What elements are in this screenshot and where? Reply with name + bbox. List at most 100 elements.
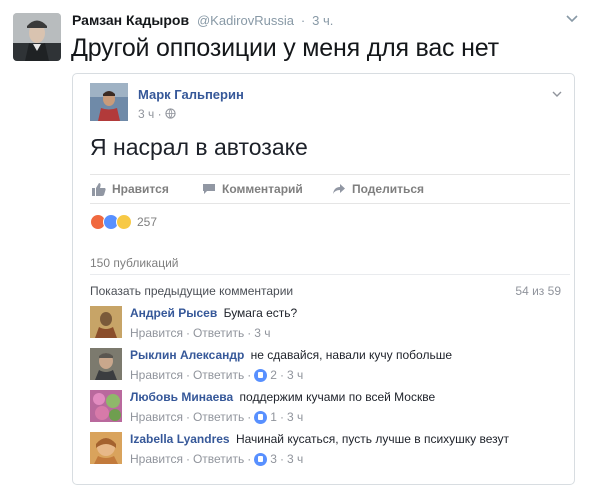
user-avatar-photo-icon	[90, 306, 122, 338]
comment-author-avatar[interactable]	[90, 348, 122, 380]
comment-author-avatar[interactable]	[90, 306, 122, 338]
like-icon	[254, 452, 268, 466]
comment-separator: ·	[247, 452, 252, 466]
comment-text: Начинай кусаться, пусть лучше в психушку…	[235, 432, 509, 446]
comment-author[interactable]: Андрей Рысев	[130, 306, 217, 320]
comment-body: Рыклин Александр не сдавайся, навали куч…	[130, 348, 570, 382]
tweet-meta-separator: ·	[300, 13, 306, 28]
comment-text: Бумага есть?	[223, 306, 298, 320]
fb-action-bar: Нравится Комментарий Поделиться	[90, 174, 570, 204]
fb-post-meta: 3 ч ·	[138, 107, 176, 121]
fb-comment-label: Комментарий	[222, 182, 303, 196]
fb-comment-button[interactable]: Комментарий	[202, 182, 303, 196]
comment-reply-link[interactable]: Ответить	[193, 368, 244, 382]
comment-footer: Нравится · Ответить · 3 ч	[130, 326, 570, 340]
comment-author-avatar[interactable]	[90, 390, 122, 422]
comment-separator: ·	[185, 368, 190, 382]
fb-reaction-count: 257	[137, 215, 158, 229]
fb-post-time[interactable]: 3 ч	[138, 107, 154, 121]
comment-like-count[interactable]: 2	[254, 368, 277, 382]
tweet-author-avatar[interactable]	[13, 13, 61, 61]
comment-text: поддержим кучами по всей Москве	[239, 390, 436, 404]
comment-like-link[interactable]: Нравится	[130, 410, 183, 424]
comment-like-count[interactable]: 3	[254, 452, 277, 466]
comment-author[interactable]: Izabella Lyandres	[130, 432, 230, 446]
fb-share-button[interactable]: Поделиться	[332, 182, 424, 196]
thumbs-up-icon	[92, 182, 106, 196]
comment-line: Любовь Минаева поддержим кучами по всей …	[130, 390, 570, 404]
fb-comments-counter: 54 из 59	[515, 284, 561, 298]
comment-separator: ·	[185, 410, 190, 424]
comment-body: Любовь Минаева поддержим кучами по всей …	[130, 390, 570, 424]
comment-item: Izabella Lyandres Начинай кусаться, пуст…	[90, 432, 570, 470]
user-avatar-photo-icon	[90, 348, 122, 380]
comment-author[interactable]: Любовь Минаева	[130, 390, 233, 404]
tweet-header: Рамзан Кадыров @KadirovRussia · 3 ч.	[72, 12, 333, 28]
comment-time[interactable]: 3 ч	[254, 326, 270, 340]
like-icon	[254, 410, 268, 424]
comment-item: Рыклин Александр не сдавайся, навали куч…	[90, 348, 570, 386]
tweet-text: Другой оппозиции у меня для вас нет	[71, 34, 499, 62]
fb-like-label: Нравится	[112, 182, 169, 196]
fb-author-name[interactable]: Марк Гальперин	[138, 87, 244, 102]
fb-meta-separator: ·	[157, 107, 165, 121]
comment-like-number: 2	[270, 368, 277, 382]
user-avatar-photo-icon	[90, 432, 122, 464]
tweet-author-name[interactable]: Рамзан Кадыров	[72, 12, 189, 28]
fb-post-inner: Марк Гальперин 3 ч · Я насрал в автозаке	[81, 74, 570, 484]
divider	[90, 274, 570, 275]
comment-separator: ·	[185, 452, 190, 466]
chevron-down-icon	[552, 91, 562, 97]
comment-separator: ·	[247, 368, 252, 382]
fb-like-button[interactable]: Нравится	[92, 182, 169, 196]
comment-item: Любовь Минаева поддержим кучами по всей …	[90, 390, 570, 428]
comment-line: Рыклин Александр не сдавайся, навали куч…	[130, 348, 570, 362]
share-arrow-icon	[333, 184, 345, 194]
comment-time[interactable]: 3 ч	[287, 410, 303, 424]
comment-author-avatar[interactable]	[90, 432, 122, 464]
like-icon	[254, 368, 268, 382]
comment-reply-link[interactable]: Ответить	[193, 410, 244, 424]
sad-icon	[116, 214, 132, 230]
globe-icon	[165, 108, 176, 119]
comment-line: Андрей Рысев Бумага есть?	[130, 306, 570, 320]
comment-time[interactable]: 3 ч	[287, 452, 303, 466]
fb-shares-count[interactable]: 150 публикаций	[90, 256, 179, 270]
comment-icon	[203, 184, 215, 194]
comment-separator: ·	[185, 326, 190, 340]
comment-text: не сдавайся, навали кучу побольше	[250, 348, 452, 362]
fb-post-menu-button[interactable]	[551, 86, 563, 97]
comment-like-number: 3	[270, 452, 277, 466]
comment-separator: ·	[247, 410, 252, 424]
comment-footer: Нравится · Ответить · 3 · 3 ч	[130, 452, 570, 466]
tweet-menu-button[interactable]	[564, 10, 580, 26]
comment-footer: Нравится · Ответить · 2 · 3 ч	[130, 368, 570, 382]
chevron-down-icon	[566, 15, 578, 23]
comment-separator: ·	[279, 452, 284, 466]
comment-like-count[interactable]: 1	[254, 410, 277, 424]
comment-author[interactable]: Рыклин Александр	[130, 348, 244, 362]
comment-line: Izabella Lyandres Начинай кусаться, пуст…	[130, 432, 570, 446]
comment-body: Андрей Рысев Бумага есть? Нравится · Отв…	[130, 306, 570, 340]
comment-separator: ·	[279, 410, 284, 424]
comment-reply-link[interactable]: Ответить	[193, 452, 244, 466]
comment-like-number: 1	[270, 410, 277, 424]
embedded-facebook-post[interactable]: Марк Гальперин 3 ч · Я насрал в автозаке	[72, 73, 575, 485]
tweet-author-handle[interactable]: @KadirovRussia	[197, 13, 294, 28]
comment-like-link[interactable]: Нравится	[130, 326, 183, 340]
user-avatar-photo-icon	[13, 13, 61, 61]
fb-author-avatar[interactable]	[90, 83, 128, 121]
comment-like-link[interactable]: Нравится	[130, 368, 183, 382]
comment-separator: ·	[279, 368, 284, 382]
comment-body: Izabella Lyandres Начинай кусаться, пуст…	[130, 432, 570, 466]
comment-like-link[interactable]: Нравится	[130, 452, 183, 466]
fb-share-label: Поделиться	[352, 182, 425, 196]
comment-reply-link[interactable]: Ответить	[193, 326, 244, 340]
user-avatar-photo-icon	[90, 390, 122, 422]
fb-reactions-summary[interactable]: 257	[90, 212, 157, 232]
comment-time[interactable]: 3 ч	[287, 368, 303, 382]
comment-footer: Нравится · Ответить · 1 · 3 ч	[130, 410, 570, 424]
tweet-timestamp[interactable]: 3 ч.	[312, 13, 333, 28]
fb-show-previous-comments-link[interactable]: Показать предыдущие комментарии	[90, 284, 293, 298]
fb-post-text: Я насрал в автозаке	[90, 134, 308, 160]
